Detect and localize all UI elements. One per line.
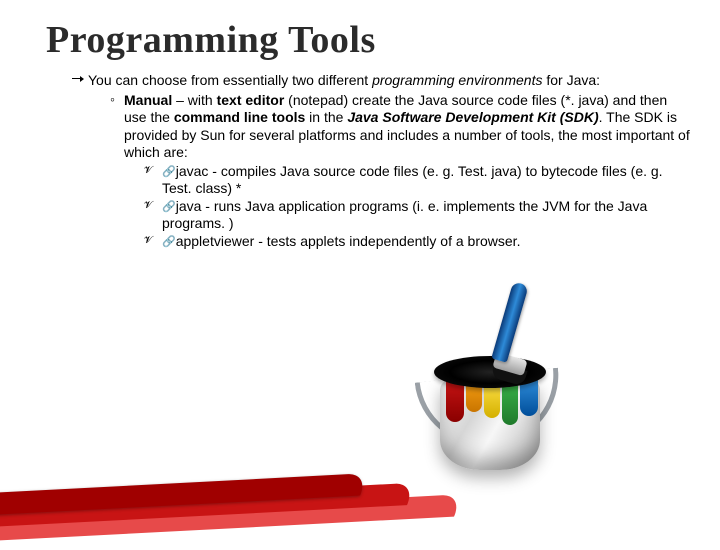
manual-mid2: in the [305, 109, 347, 125]
content-block: You can choose from essentially two diff… [46, 72, 692, 250]
tool-appletviewer: 🔗appletviewer - tests applets independen… [146, 233, 692, 251]
manual-bullet: Manual – with text editor (notepad) crea… [110, 92, 692, 251]
paint-bucket-illustration [390, 300, 590, 480]
swoosh-band-icon [0, 494, 464, 542]
intro-suffix: for Java: [542, 72, 600, 88]
page-title: Programming Tools [46, 18, 692, 62]
bucket-rim-icon [434, 356, 546, 388]
manual-label: Manual [124, 92, 172, 108]
tool-list: 🔗javac - compiles Java source code files… [124, 163, 692, 251]
swoosh-band-icon [0, 473, 370, 516]
top-bullet: You can choose from essentially two diff… [72, 72, 692, 250]
tool-java-text: java - runs Java application programs (i… [162, 198, 647, 232]
intro-prefix: You can choose from essentially two diff… [88, 72, 372, 88]
paint-drip-blue-icon [520, 380, 538, 416]
brush-handle-icon [491, 281, 528, 362]
intro-emphasis: programming environments [372, 72, 542, 88]
footer-swoosh [0, 470, 720, 550]
manual-dash: – with [172, 92, 216, 108]
swoosh-band-icon [0, 483, 417, 528]
slide: Programming Tools You can choose from es… [0, 0, 720, 540]
tool-appletviewer-text: appletviewer - tests applets independent… [176, 233, 521, 249]
link-icon: 🔗 [162, 166, 176, 178]
link-icon: 🔗 [162, 201, 176, 213]
manual-cmdline: command line tools [174, 109, 305, 125]
manual-sdk: Java Software Development Kit (SDK) [347, 109, 598, 125]
tool-javac-text: javac - compiles Java source code files … [162, 163, 663, 197]
sub-list: Manual – with text editor (notepad) crea… [88, 92, 692, 251]
manual-texteditor: text editor [217, 92, 285, 108]
tool-javac: 🔗javac - compiles Java source code files… [146, 163, 692, 198]
link-icon: 🔗 [162, 236, 176, 248]
tool-java: 🔗java - runs Java application programs (… [146, 198, 692, 233]
